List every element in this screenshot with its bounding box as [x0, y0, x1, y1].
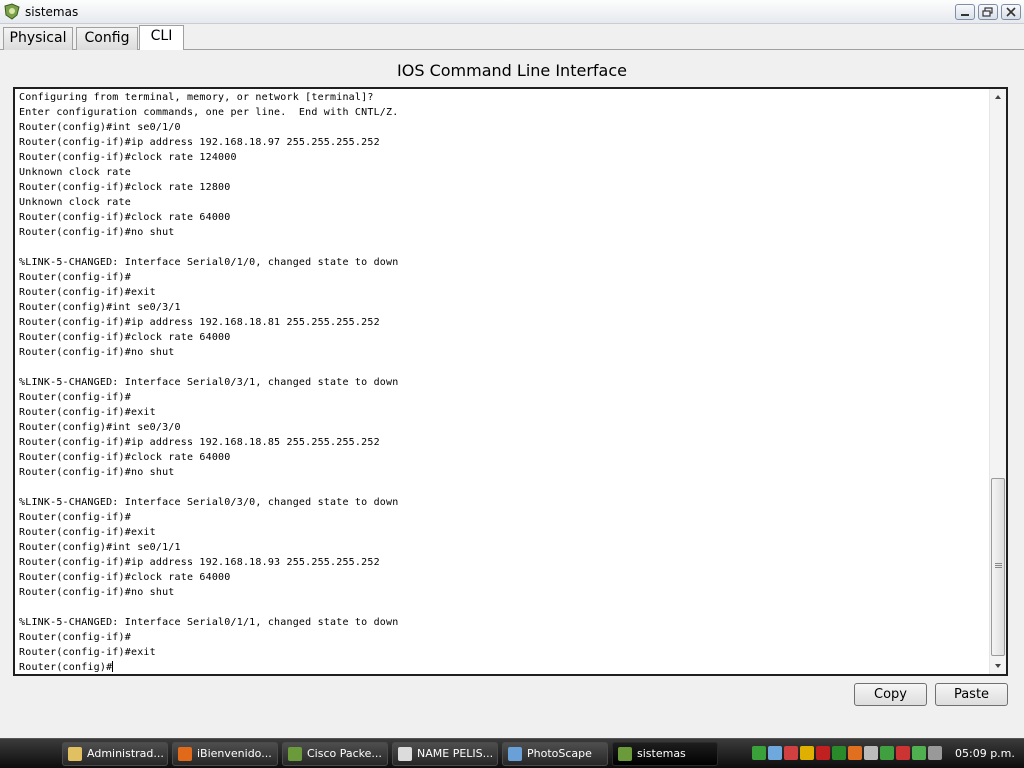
terminal-line: Router(config-if)#no shut	[19, 347, 175, 358]
taskbar-button[interactable]: iBienvenido...	[172, 742, 278, 766]
taskbar: Administrad... iBienvenido... Cisco Packe.…	[0, 738, 1024, 768]
network-icon[interactable]	[752, 746, 766, 760]
terminal-line: Configuring from terminal, memory, or ne…	[19, 92, 374, 103]
minimize-button[interactable]	[955, 4, 975, 20]
terminal-line: %LINK-5-CHANGED: Interface Serial0/3/0, …	[19, 497, 399, 508]
text-cursor	[112, 661, 114, 672]
terminal-line: Router(config-if)#clock rate 12800	[19, 182, 231, 193]
people-icon[interactable]	[768, 746, 782, 760]
terminal-line: Router(config-if)#exit	[19, 527, 156, 538]
terminal-line: Router(config-if)#clock rate 64000	[19, 212, 231, 223]
cli-panel: IOS Command Line Interface Configuring f…	[0, 50, 1024, 738]
terminal-line: %LINK-5-CHANGED: Interface Serial0/1/0, …	[19, 257, 399, 268]
terminal-line: Router(config-if)#exit	[19, 647, 156, 658]
terminal-line: Router(config-if)#ip address 192.168.18.…	[19, 317, 380, 328]
nvidia-icon[interactable]	[832, 746, 846, 760]
taskbar-button-label: PhotoScape	[527, 747, 592, 760]
scroll-thumb[interactable]	[991, 478, 1005, 656]
scroll-up-arrow-icon[interactable]	[990, 89, 1006, 105]
terminal-output[interactable]: Configuring from terminal, memory, or ne…	[13, 87, 1008, 676]
display-icon[interactable]	[784, 746, 798, 760]
terminal-line: Router(config-if)#clock rate 64000	[19, 332, 231, 343]
firefox-icon	[178, 747, 192, 761]
restore-button[interactable]	[978, 4, 998, 20]
terminal-line: %LINK-5-CHANGED: Interface Serial0/1/1, …	[19, 617, 399, 628]
taskbar-button[interactable]: sistemas	[612, 742, 718, 766]
terminal-line: Unknown clock rate	[19, 167, 131, 178]
router-icon	[4, 3, 20, 20]
terminal-line: Router(config-if)#ip address 192.168.18.…	[19, 437, 380, 448]
panel-heading: IOS Command Line Interface	[397, 61, 627, 80]
terminal-line: Router(config)#	[19, 661, 114, 673]
taskbar-button-label: NAME PELIS...	[417, 747, 494, 760]
terminal-line: Router(config-if)#no shut	[19, 587, 175, 598]
battery-icon[interactable]	[928, 746, 942, 760]
terminal-line: Router(config-if)#exit	[19, 287, 156, 298]
close-button[interactable]	[1001, 4, 1021, 20]
terminal-line: Enter configuration commands, one per li…	[19, 107, 399, 118]
taskbar-button-label: sistemas	[637, 747, 686, 760]
tab-physical[interactable]: Physical	[3, 27, 73, 50]
taskbar-button[interactable]: Administrad...	[62, 742, 168, 766]
taskbar-button-label: Cisco Packe...	[307, 747, 382, 760]
taskbar-button[interactable]: NAME PELIS...	[392, 742, 498, 766]
update-icon[interactable]	[896, 746, 910, 760]
window-title: sistemas	[25, 5, 79, 19]
document-icon	[398, 747, 412, 761]
packet-tracer-icon	[288, 747, 302, 761]
shield-icon[interactable]	[800, 746, 814, 760]
minimize-icon	[961, 14, 969, 16]
terminal-line: Router(config-if)#ip address 192.168.18.…	[19, 557, 380, 568]
terminal-line: Router(config)#int se0/1/0	[19, 122, 181, 133]
terminal-line: Router(config-if)#	[19, 392, 131, 403]
copy-button[interactable]: Copy	[854, 683, 927, 706]
terminal-line: Router(config-if)#no shut	[19, 227, 175, 238]
taskbar-button[interactable]: Cisco Packe...	[282, 742, 388, 766]
taskbar-clock[interactable]: 05:09 p.m.	[955, 747, 1015, 760]
tab-cli[interactable]: CLI	[139, 25, 184, 51]
close-icon	[1006, 7, 1016, 17]
terminal-line: Router(config-if)#no shut	[19, 467, 175, 478]
title-bar: sistemas	[0, 0, 1024, 24]
terminal-line: Router(config-if)#clock rate 64000	[19, 572, 231, 583]
scroll-down-arrow-icon[interactable]	[990, 658, 1006, 674]
vertical-scrollbar[interactable]	[989, 89, 1006, 674]
checkmark-icon[interactable]	[880, 746, 894, 760]
system-tray	[752, 744, 952, 764]
scroll-grip-icon	[995, 563, 1002, 569]
terminal-line: Router(config-if)#	[19, 632, 131, 643]
restore-icon	[982, 7, 993, 17]
messenger-icon[interactable]	[848, 746, 862, 760]
volume-icon[interactable]	[864, 746, 878, 760]
terminal-line: Router(config-if)#	[19, 512, 131, 523]
terminal-line: Router(config-if)#exit	[19, 407, 156, 418]
taskbar-button[interactable]: PhotoScape	[502, 742, 608, 766]
terminal-line: Router(config-if)#clock rate 64000	[19, 452, 231, 463]
terminal-line: Router(config)#int se0/1/1	[19, 542, 181, 553]
photoscape-icon	[508, 747, 522, 761]
terminal-line: Router(config-if)#clock rate 124000	[19, 152, 237, 163]
terminal-line: Router(config)#int se0/3/1	[19, 302, 181, 313]
terminal-line: Router(config)#int se0/3/0	[19, 422, 181, 433]
monitor-icon[interactable]	[912, 746, 926, 760]
paste-button[interactable]: Paste	[935, 683, 1008, 706]
terminal-line: Router(config-if)#ip address 192.168.18.…	[19, 137, 380, 148]
terminal-lines: Configuring from terminal, memory, or ne…	[19, 90, 979, 674]
router-icon	[618, 747, 632, 761]
terminal-line: %LINK-5-CHANGED: Interface Serial0/3/1, …	[19, 377, 399, 388]
tab-config[interactable]: Config	[76, 27, 138, 50]
taskbar-button-label: Administrad...	[87, 747, 164, 760]
terminal-line: Router(config-if)#	[19, 272, 131, 283]
folder-icon	[68, 747, 82, 761]
antivirus-icon[interactable]	[816, 746, 830, 760]
terminal-line: Unknown clock rate	[19, 197, 131, 208]
taskbar-button-label: iBienvenido...	[197, 747, 272, 760]
tab-bar: Physical Config CLI	[0, 24, 1024, 51]
